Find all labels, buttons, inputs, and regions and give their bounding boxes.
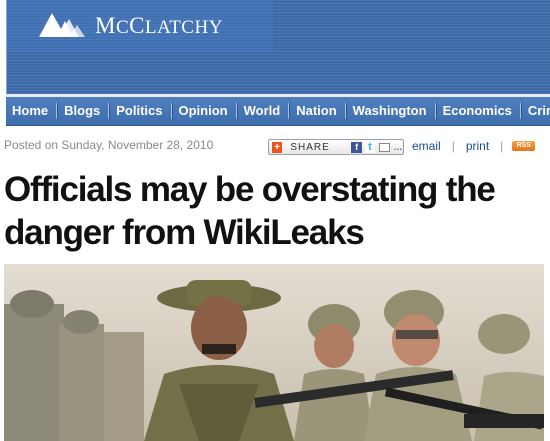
logo-text: MCCLATCHY bbox=[95, 13, 223, 38]
twitter-icon: t bbox=[364, 141, 376, 153]
nav-item-politics[interactable]: Politics bbox=[110, 97, 170, 125]
main-nav: Home Blogs Politics Opinion World Nation… bbox=[6, 94, 550, 126]
mail-icon bbox=[379, 142, 390, 152]
article-tools: email | print | RSS bbox=[412, 139, 536, 153]
share-plus-icon: + bbox=[272, 141, 283, 153]
tool-divider: | bbox=[500, 139, 504, 153]
article-headline: Officials may be overstating the danger … bbox=[4, 170, 496, 252]
tool-divider: | bbox=[451, 139, 455, 153]
nav-item-opinion[interactable]: Opinion bbox=[173, 97, 236, 125]
site-header: MCCLATCHY bbox=[6, 0, 550, 94]
nav-item-world[interactable]: World bbox=[238, 97, 289, 125]
nav-list: Home Blogs Politics Opinion World Nation… bbox=[6, 97, 550, 125]
nav-item-crime[interactable]: Crim bbox=[522, 97, 550, 125]
facebook-icon: f bbox=[351, 141, 362, 153]
nav-item-washington[interactable]: Washington bbox=[347, 97, 435, 125]
more-icon: … bbox=[393, 141, 403, 152]
mcclatchy-logo-icon bbox=[39, 13, 85, 37]
share-label: SHARE bbox=[290, 141, 330, 153]
posted-date: Posted on Sunday, November 28, 2010 bbox=[4, 138, 214, 152]
share-button[interactable]: + SHARE f t … bbox=[268, 139, 404, 155]
nav-item-nation[interactable]: Nation bbox=[290, 97, 344, 125]
article-photo bbox=[4, 264, 544, 441]
nav-item-home[interactable]: Home bbox=[6, 97, 56, 125]
print-link[interactable]: print bbox=[466, 139, 489, 153]
rss-icon[interactable]: RSS bbox=[512, 141, 536, 151]
logo-link[interactable]: MCCLATCHY bbox=[7, 0, 273, 52]
soldiers-photo-illustration bbox=[4, 264, 544, 441]
nav-item-economics[interactable]: Economics bbox=[437, 97, 520, 125]
nav-item-blogs[interactable]: Blogs bbox=[58, 97, 108, 125]
email-link[interactable]: email bbox=[412, 139, 441, 153]
